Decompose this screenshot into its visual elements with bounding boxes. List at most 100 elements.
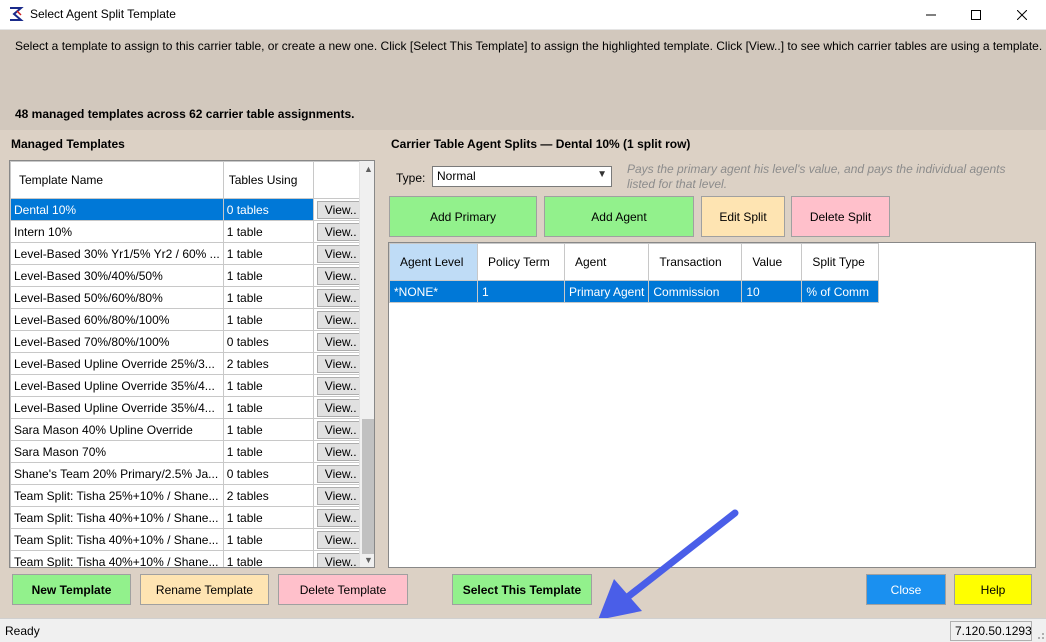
cell-template-name[interactable]: Level-Based Upline Override 35%/4...: [10, 396, 224, 419]
table-row[interactable]: Shane's Team 20% Primary/2.5% Ja... 0 tab…: [10, 462, 369, 485]
cell-transaction[interactable]: Commission: [648, 280, 743, 303]
cell-template-name[interactable]: Team Split: Tisha 40%+10% / Shane...: [10, 550, 224, 567]
rename-template-button[interactable]: Rename Template: [140, 574, 269, 605]
header-policy-term[interactable]: Policy Term: [477, 243, 565, 281]
cell-agent-level[interactable]: *NONE*: [389, 280, 478, 303]
scroll-down-icon[interactable]: ▼: [360, 552, 374, 567]
header-template-name[interactable]: Template Name: [10, 161, 224, 199]
cell-tables-using[interactable]: 1 table: [222, 440, 314, 463]
delete-template-button[interactable]: Delete Template: [278, 574, 408, 605]
view-button[interactable]: View..: [316, 223, 365, 241]
cell-tables-using[interactable]: 1 table: [222, 308, 314, 331]
cell-tables-using[interactable]: 1 table: [222, 418, 314, 441]
view-button[interactable]: View..: [316, 443, 365, 461]
cell-tables-using[interactable]: 1 table: [222, 374, 314, 397]
cell-tables-using[interactable]: 2 tables: [222, 352, 314, 375]
table-row[interactable]: Team Split: Tisha 25%+10% / Shane... 2 ta…: [10, 484, 369, 507]
delete-split-button[interactable]: Delete Split: [791, 196, 890, 237]
table-row[interactable]: Team Split: Tisha 40%+10% / Shane... 1 ta…: [10, 528, 369, 551]
table-row[interactable]: Level-Based 30% Yr1/5% Yr2 / 60% ... 1 ta…: [10, 242, 369, 265]
new-template-button[interactable]: New Template: [12, 574, 131, 605]
view-button[interactable]: View..: [316, 399, 365, 417]
header-agent[interactable]: Agent: [563, 243, 650, 281]
cell-tables-using[interactable]: 1 table: [222, 264, 314, 287]
header-transaction[interactable]: Transaction: [648, 243, 743, 281]
cell-template-name[interactable]: Level-Based Upline Override 35%/4...: [10, 374, 224, 397]
view-button[interactable]: View..: [316, 531, 365, 549]
scroll-thumb[interactable]: [362, 419, 374, 554]
resize-grip-icon[interactable]: [1033, 627, 1045, 641]
cell-tables-using[interactable]: 2 tables: [222, 484, 314, 507]
managed-templates-grid[interactable]: Template Name Tables Using Dental 10% 0 t…: [9, 160, 375, 568]
table-row[interactable]: Level-Based 30%/40%/50% 1 table View..: [10, 264, 369, 287]
cell-tables-using[interactable]: 0 tables: [222, 330, 314, 353]
cell-template-name[interactable]: Level-Based 60%/80%/100%: [10, 308, 224, 331]
cell-template-name[interactable]: Sara Mason 70%: [10, 440, 224, 463]
templates-scrollbar[interactable]: ▲ ▼: [359, 161, 374, 567]
table-row[interactable]: Team Split: Tisha 40%+10% / Shane... 1 ta…: [10, 550, 369, 567]
view-button[interactable]: View..: [316, 245, 365, 263]
view-button[interactable]: View..: [316, 267, 365, 285]
cell-template-name[interactable]: Level-Based Upline Override 25%/3...: [10, 352, 224, 375]
cell-tables-using[interactable]: 1 table: [222, 550, 314, 567]
cell-template-name[interactable]: Team Split: Tisha 25%+10% / Shane...: [10, 484, 224, 507]
minimize-button[interactable]: [908, 0, 954, 30]
edit-split-button[interactable]: Edit Split: [701, 196, 785, 237]
help-button[interactable]: Help: [954, 574, 1032, 605]
table-row[interactable]: Sara Mason 70% 1 table View..: [10, 440, 369, 463]
cell-agent[interactable]: Primary Agent: [563, 280, 650, 303]
cell-tables-using[interactable]: 0 tables: [222, 462, 314, 485]
view-button[interactable]: View..: [316, 289, 365, 307]
cell-template-name[interactable]: Shane's Team 20% Primary/2.5% Ja...: [10, 462, 224, 485]
cell-tables-using[interactable]: 1 table: [222, 528, 314, 551]
cell-tables-using[interactable]: 1 table: [222, 242, 314, 265]
view-button[interactable]: View..: [316, 487, 365, 505]
view-button[interactable]: View..: [316, 355, 365, 373]
cell-tables-using[interactable]: 1 table: [222, 220, 314, 243]
cell-split-type[interactable]: % of Comm: [801, 280, 880, 303]
cell-policy-term[interactable]: 1: [477, 280, 565, 303]
view-button[interactable]: View..: [316, 333, 365, 351]
cell-template-name[interactable]: Sara Mason 40% Upline Override: [10, 418, 224, 441]
cell-template-name[interactable]: Level-Based 30%/40%/50%: [10, 264, 224, 287]
table-row[interactable]: Level-Based Upline Override 35%/4... 1 ta…: [10, 374, 369, 397]
view-button[interactable]: View..: [316, 465, 365, 483]
scroll-up-icon[interactable]: ▲: [360, 161, 374, 178]
view-button[interactable]: View..: [316, 553, 365, 567]
cell-template-name[interactable]: Dental 10%: [10, 198, 224, 221]
view-button[interactable]: View..: [316, 377, 365, 395]
maximize-button[interactable]: [953, 0, 999, 30]
cell-tables-using[interactable]: 0 tables: [222, 198, 314, 221]
header-split-type[interactable]: Split Type: [801, 243, 880, 281]
header-tables-using[interactable]: Tables Using: [222, 161, 314, 199]
cell-tables-using[interactable]: 1 table: [222, 286, 314, 309]
view-button[interactable]: View..: [316, 201, 365, 219]
table-row[interactable]: Level-Based Upline Override 35%/4... 1 ta…: [10, 396, 369, 419]
table-row[interactable]: Sara Mason 40% Upline Override 1 table Vie…: [10, 418, 369, 441]
cell-tables-using[interactable]: 1 table: [222, 396, 314, 419]
table-row[interactable]: Intern 10% 1 table View..: [10, 220, 369, 243]
view-button[interactable]: View..: [316, 311, 365, 329]
close-window-button[interactable]: [999, 0, 1045, 30]
table-row[interactable]: Level-Based Upline Override 25%/3... 2 ta…: [10, 352, 369, 375]
cell-template-name[interactable]: Level-Based 50%/60%/80%: [10, 286, 224, 309]
select-template-button[interactable]: Select This Template: [452, 574, 592, 605]
header-value[interactable]: Value: [741, 243, 803, 281]
table-row[interactable]: Dental 10% 0 tables View..: [10, 198, 369, 221]
cell-template-name[interactable]: Level-Based 30% Yr1/5% Yr2 / 60% ...: [10, 242, 224, 265]
cell-template-name[interactable]: Team Split: Tisha 40%+10% / Shane...: [10, 528, 224, 551]
table-row[interactable]: Level-Based 50%/60%/80% 1 table View..: [10, 286, 369, 309]
cell-template-name[interactable]: Level-Based 70%/80%/100%: [10, 330, 224, 353]
add-primary-button[interactable]: Add Primary: [389, 196, 537, 237]
table-row[interactable]: Team Split: Tisha 40%+10% / Shane... 1 ta…: [10, 506, 369, 529]
view-button[interactable]: View..: [316, 421, 365, 439]
view-button[interactable]: View..: [316, 509, 365, 527]
table-row[interactable]: *NONE* 1 Primary Agent Commission 10 % o…: [389, 280, 880, 303]
cell-template-name[interactable]: Team Split: Tisha 40%+10% / Shane...: [10, 506, 224, 529]
table-row[interactable]: Level-Based 70%/80%/100% 0 tables View..: [10, 330, 369, 353]
cell-value[interactable]: 10: [741, 280, 803, 303]
add-agent-button[interactable]: Add Agent: [544, 196, 694, 237]
cell-tables-using[interactable]: 1 table: [222, 506, 314, 529]
cell-template-name[interactable]: Intern 10%: [10, 220, 224, 243]
close-button[interactable]: Close: [866, 574, 946, 605]
